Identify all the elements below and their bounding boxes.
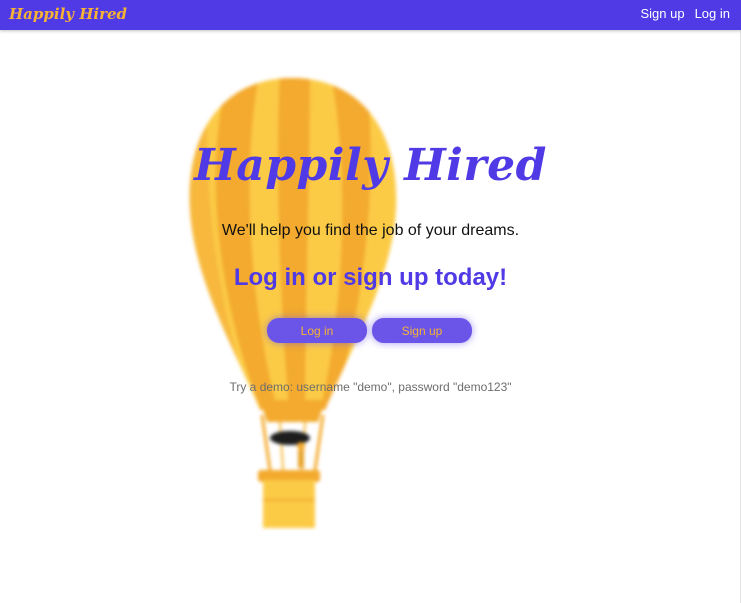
- nav-login-link[interactable]: Log in: [695, 6, 730, 21]
- cta-heading: Log in or sign up today!: [233, 264, 508, 291]
- hero-title: Happily Hired: [194, 140, 547, 191]
- login-button[interactable]: Log in: [267, 318, 367, 343]
- nav-signup-link[interactable]: Sign up: [640, 6, 684, 21]
- hero-tagline: We'll help you find the job of your drea…: [221, 222, 520, 239]
- navbar: Happily Hired Sign up Log in: [0, 0, 741, 30]
- cta-buttons: Log in Sign up: [267, 318, 472, 343]
- nav-links: Sign up Log in: [640, 6, 730, 21]
- signup-button[interactable]: Sign up: [372, 318, 472, 343]
- hero-section: Happily Hired We'll help you find the jo…: [0, 0, 741, 603]
- demo-credentials-note: Try a demo: username "demo", password "d…: [229, 380, 512, 394]
- brand-logo[interactable]: Happily Hired: [9, 5, 127, 23]
